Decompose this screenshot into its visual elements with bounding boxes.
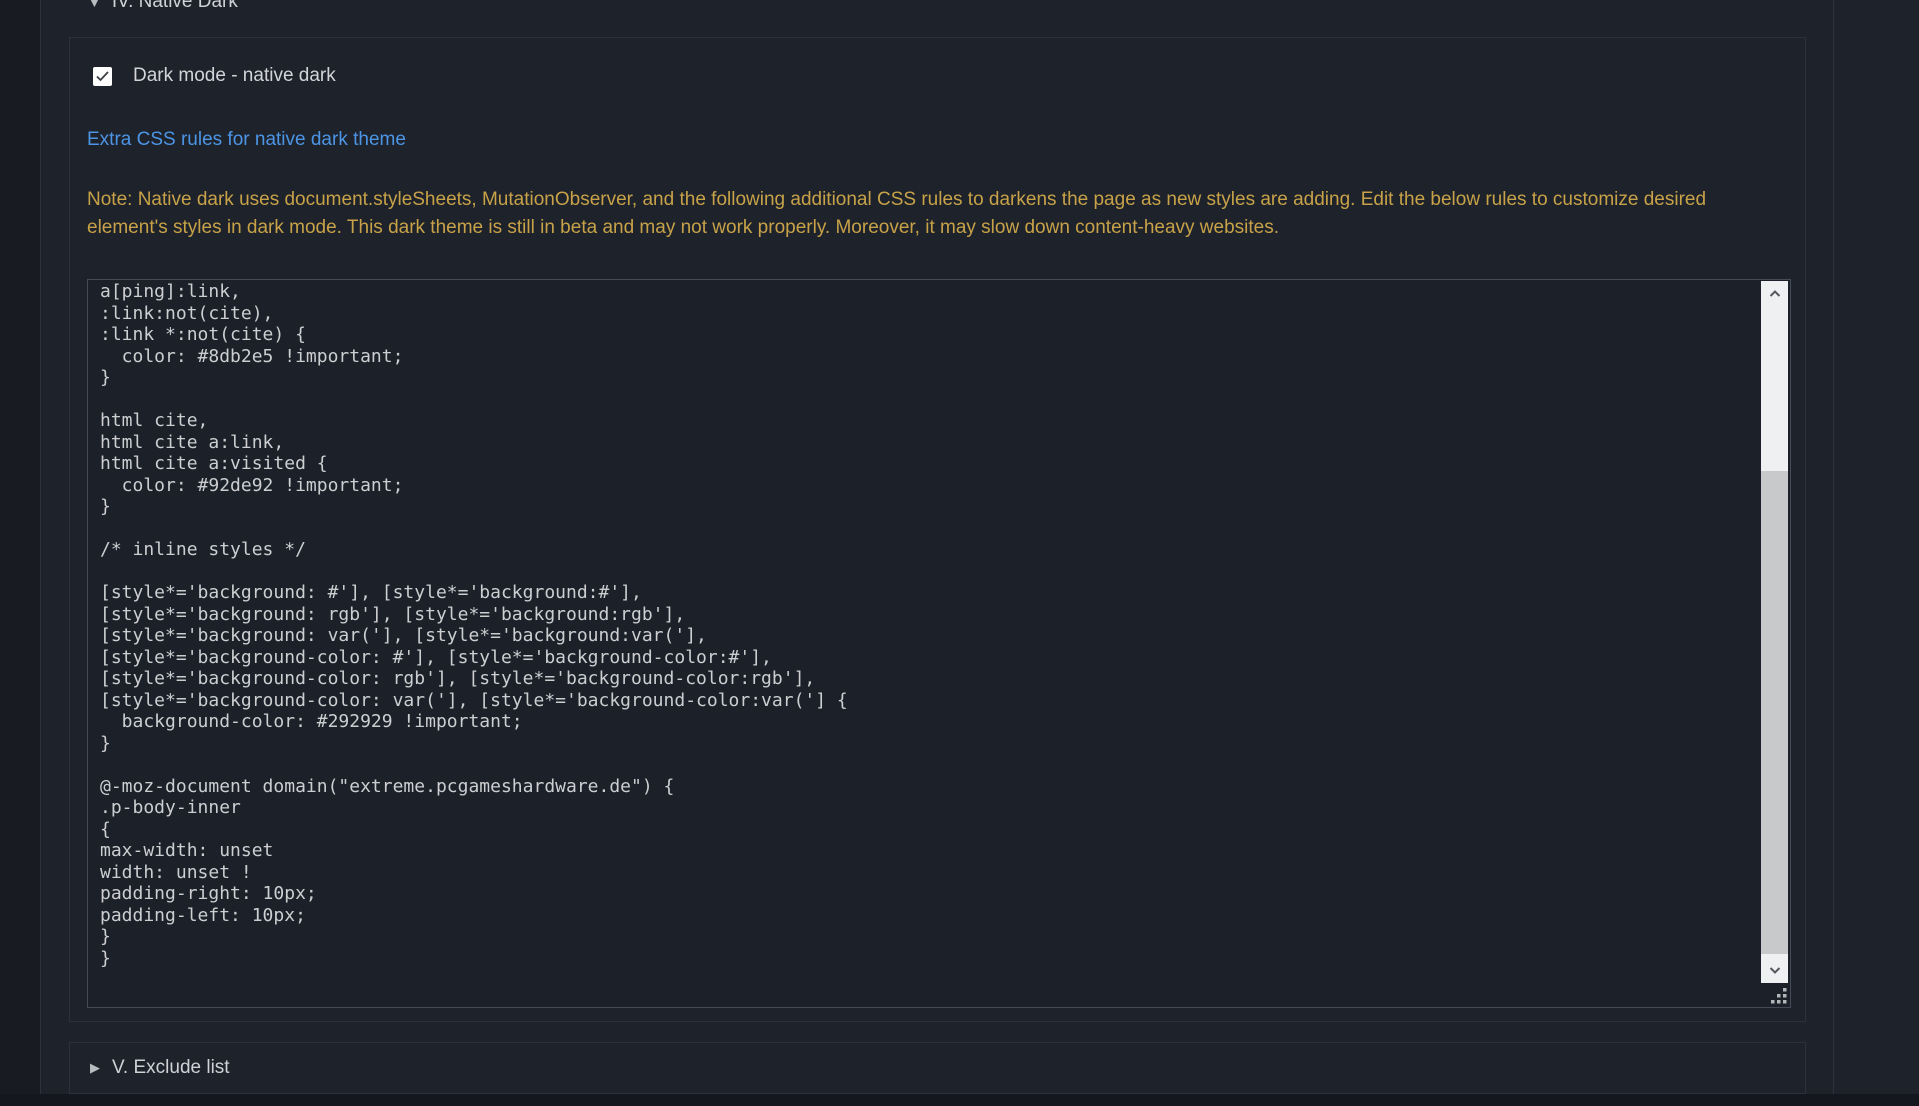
dark-mode-checkbox-label: Dark mode - native dark [133,65,336,87]
native-dark-section-box: Dark mode - native dark Extra CSS rules … [69,37,1806,1022]
section-header-exclude-list[interactable]: ▶ V. Exclude list [90,1043,230,1093]
chevron-down-icon [1769,966,1781,974]
page-bottom-band [0,1094,1919,1106]
native-dark-note: Note: Native dark uses document.styleShe… [87,186,1767,242]
exclude-list-section-box: ▶ V. Exclude list [69,1042,1806,1094]
chevron-up-icon [1769,290,1781,298]
resize-grip-icon[interactable] [1770,987,1787,1004]
scrollbar-thumb[interactable] [1761,471,1788,954]
editor-vertical-scrollbar[interactable] [1761,281,1788,983]
css-rules-editor-container: a[ping]:link, :link:not(cite), :link *:n… [87,279,1791,1008]
dark-mode-checkbox-row[interactable]: Dark mode - native dark [93,63,336,89]
dark-mode-checkbox[interactable] [93,67,112,86]
section-header-native-dark[interactable]: ▼ IV. Native Dark [88,0,238,13]
checkmark-icon [96,71,109,82]
page-right-border [1833,0,1834,1106]
section-title: IV. Native Dark [112,0,238,13]
scroll-up-button[interactable] [1761,281,1788,307]
scroll-down-button[interactable] [1761,957,1788,983]
section-title: V. Exclude list [112,1057,230,1079]
page-left-margin [0,0,41,1106]
collapse-arrow-icon: ▼ [88,0,101,10]
collapse-arrow-icon: ▶ [90,1060,100,1076]
extra-css-rules-link[interactable]: Extra CSS rules for native dark theme [87,129,406,151]
css-rules-textarea[interactable]: a[ping]:link, :link:not(cite), :link *:n… [88,280,1790,1007]
